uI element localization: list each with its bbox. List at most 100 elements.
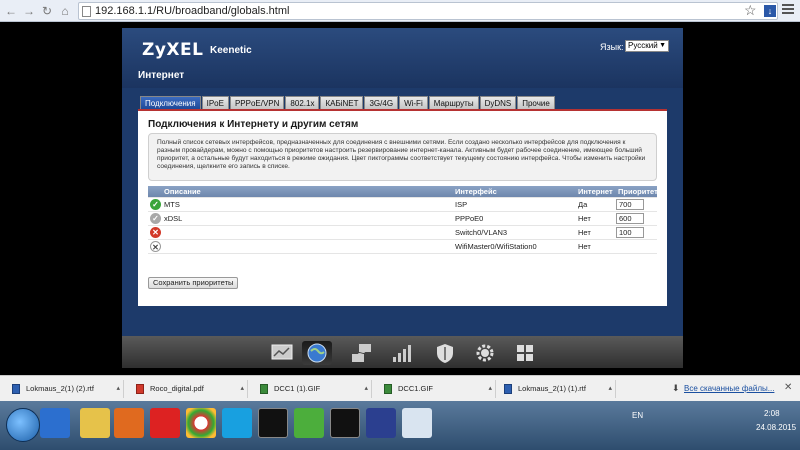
chevron-up-icon[interactable]: ▴ (364, 384, 368, 392)
tab-bar: Подключения IPoE PPPoE/VPN 802.1x КАБiNE… (140, 96, 556, 109)
chrome-icon[interactable] (186, 408, 216, 438)
download-icon: ⬇ (672, 383, 680, 393)
download-item[interactable]: DCC1.GIF ▴ (378, 380, 496, 398)
reload-icon[interactable]: ↻ (40, 3, 54, 19)
page-viewport: ZyXEL Keenetic Язык: Русский ▼ Интернет … (0, 22, 800, 375)
col-internet: Интернет (578, 187, 613, 196)
ie-icon[interactable] (40, 408, 70, 438)
image-icon (260, 384, 268, 394)
cmd-icon[interactable] (258, 408, 288, 438)
row-interface: WifiMaster0/WifiStation0 (455, 242, 537, 251)
download-item[interactable]: DCC1 (1).GIF ▴ (254, 380, 372, 398)
row-interface: ISP (455, 200, 468, 209)
download-name: DCC1 (1).GIF (274, 384, 321, 393)
tab-dydns[interactable]: DyDNS (479, 96, 517, 109)
clock-time[interactable]: 2:08 (764, 409, 780, 418)
all-downloads-link[interactable]: Все скачанные файлы... (684, 384, 774, 393)
chevron-up-icon[interactable]: ▴ (116, 384, 120, 392)
download-name: Roco_digital.pdf (150, 384, 204, 393)
tab-routes[interactable]: Маршруты (428, 96, 479, 109)
language-label: Язык: (600, 42, 624, 52)
tab-kabinet[interactable]: КАБiNET (320, 96, 364, 109)
download-name: Lokmaus_2(1) (1).rtf (518, 384, 586, 393)
chevron-down-icon: ▼ (659, 42, 666, 49)
home-icon[interactable]: ⌂ (58, 3, 72, 19)
download-item[interactable]: Lokmaus_2(1) (2).rtf ▴ (6, 380, 124, 398)
language-select[interactable]: Русский ▼ (625, 40, 669, 52)
download-item[interactable]: Roco_digital.pdf ▴ (130, 380, 248, 398)
gear-icon[interactable] (470, 341, 500, 365)
tab-wifi[interactable]: Wi-Fi (399, 96, 428, 109)
grid-icon[interactable] (510, 341, 540, 365)
check-icon: ✓ (150, 199, 161, 210)
section-title: Интернет (138, 70, 185, 81)
language-indicator[interactable]: EN (632, 411, 643, 420)
table-row[interactable]: ✕ WifiMaster0/WifiStation0 Нет (148, 240, 657, 254)
browser-toolbar: ← → ↻ ⌂ 192.168.1.1/RU/broadband/globals… (0, 0, 800, 22)
taskbar: EN 2:08 24.08.2015 (0, 401, 800, 450)
network-icon[interactable] (347, 341, 377, 365)
col-description: Описание (164, 187, 201, 196)
save-priorities-button[interactable]: Сохранить приоритеты (148, 277, 239, 289)
tab-connections[interactable]: Подключения (140, 96, 201, 109)
tab-other[interactable]: Прочие (517, 96, 555, 109)
address-bar[interactable]: 192.168.1.1/RU/broadband/globals.html (78, 2, 778, 20)
row-interface: PPPoE0 (455, 214, 484, 223)
skype-icon[interactable] (222, 408, 252, 438)
panel-title: Подключения к Интернету и другим сетям (148, 119, 359, 130)
table-row[interactable]: ✕ Switch0/VLAN3 Нет 100 (148, 226, 657, 240)
row-internet: Нет (578, 242, 591, 251)
page-icon (82, 6, 91, 17)
router-header: ZyXEL Keenetic Язык: Русский ▼ Интернет (122, 28, 683, 88)
tab-8021x[interactable]: 802.1x (285, 96, 320, 109)
forward-arrow-icon[interactable]: → (22, 3, 36, 19)
info-box: Полный список сетевых интерфейсов, предн… (148, 133, 657, 181)
table-row[interactable]: ✓ MTS ISP Да 700 (148, 198, 657, 212)
chevron-up-icon[interactable]: ▴ (608, 384, 612, 392)
bookmark-star-icon[interactable]: ☆ (744, 2, 757, 19)
tab-pppoe-vpn[interactable]: PPPoE/VPN (229, 96, 285, 109)
table-row[interactable]: ✓ xDSL PPPoE0 Нет 600 (148, 212, 657, 226)
row-internet: Нет (578, 214, 591, 223)
url-text[interactable]: 192.168.1.1/RU/broadband/globals.html (95, 5, 289, 17)
shield-icon[interactable] (430, 341, 460, 365)
router-ui: ZyXEL Keenetic Язык: Русский ▼ Интернет … (122, 28, 683, 368)
monitor-icon[interactable] (267, 341, 297, 365)
router-dock (122, 336, 683, 368)
row-internet: Да (578, 200, 588, 209)
col-interface: Интерфейс (455, 187, 497, 196)
content-panel: Подключения к Интернету и другим сетям П… (138, 111, 667, 306)
back-arrow-icon[interactable]: ← (4, 3, 18, 19)
signal-icon[interactable] (387, 341, 417, 365)
check-icon: ✓ (150, 213, 161, 224)
menu-icon[interactable] (782, 4, 794, 16)
start-button[interactable] (6, 408, 40, 442)
folder-icon[interactable] (80, 408, 110, 438)
priority-input[interactable]: 100 (616, 227, 644, 238)
media-player-icon[interactable] (114, 408, 144, 438)
col-priority: Приоритет (618, 187, 658, 196)
chevron-up-icon[interactable]: ▴ (240, 384, 244, 392)
close-icon[interactable]: ✕ (784, 382, 792, 393)
utorrent-icon[interactable] (294, 408, 324, 438)
file-icon (504, 384, 512, 394)
tab-ipoe[interactable]: IPoE (201, 96, 229, 109)
language-value: Русский (628, 41, 658, 50)
paint-icon[interactable] (402, 408, 432, 438)
extension-icon[interactable]: ↓ (764, 5, 776, 17)
disabled-icon: ✕ (150, 241, 161, 252)
tab-3g4g[interactable]: 3G/4G (364, 96, 399, 109)
yandex-icon[interactable] (150, 408, 180, 438)
pdf-icon (136, 384, 144, 394)
chevron-up-icon[interactable]: ▴ (488, 384, 492, 392)
floppy-icon[interactable] (366, 408, 396, 438)
row-interface: Switch0/VLAN3 (455, 228, 508, 237)
brand-logo: ZyXEL (142, 40, 204, 60)
row-description: xDSL (164, 214, 183, 223)
download-item[interactable]: Lokmaus_2(1) (1).rtf ▴ (498, 380, 616, 398)
globe-icon[interactable] (302, 341, 332, 365)
priority-input[interactable]: 700 (616, 199, 644, 210)
clock-date[interactable]: 24.08.2015 (756, 423, 796, 432)
priority-input[interactable]: 600 (616, 213, 644, 224)
cmd-icon[interactable] (330, 408, 360, 438)
